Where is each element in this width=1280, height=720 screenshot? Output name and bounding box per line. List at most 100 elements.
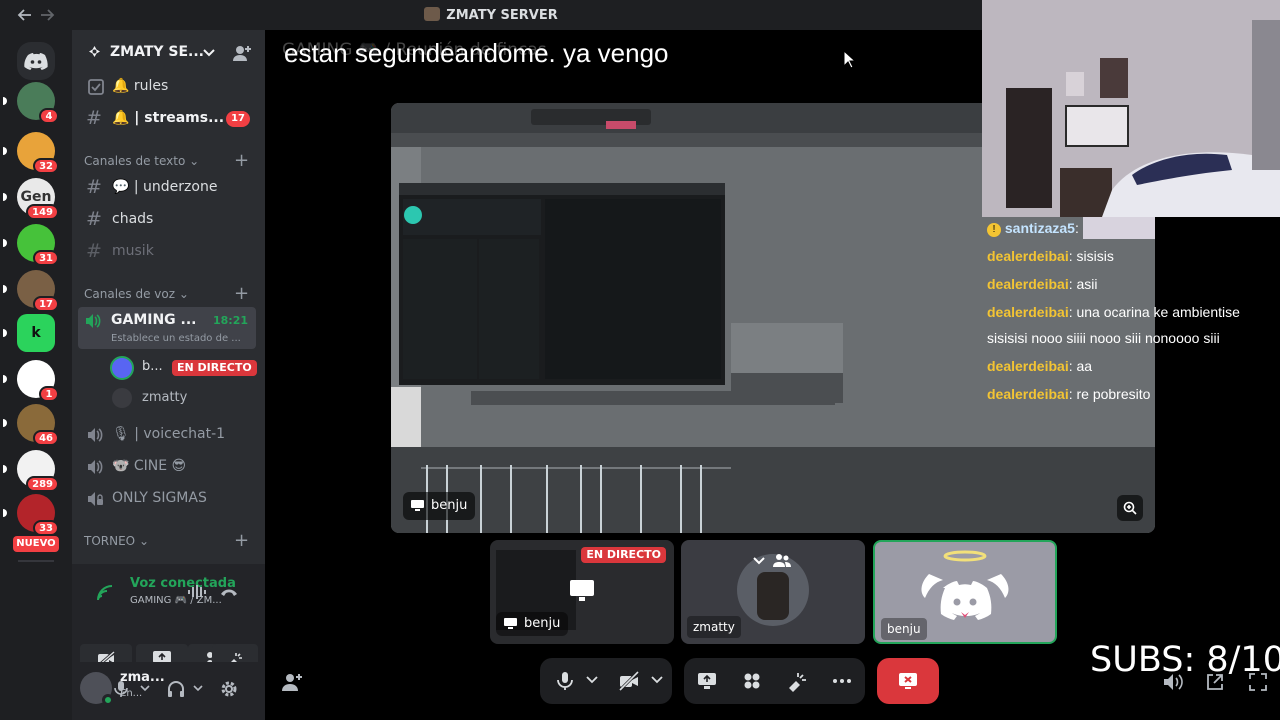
volume-icon[interactable]: [1162, 672, 1184, 692]
server-icon-9[interactable]: 289: [3, 450, 59, 492]
add-channel-icon[interactable]: +: [234, 530, 249, 551]
add-person-icon[interactable]: [281, 672, 303, 692]
chevron-down-icon[interactable]: [140, 684, 150, 692]
headphones-icon[interactable]: [167, 680, 185, 698]
category-text-channels[interactable]: Canales de texto ⌄ +: [84, 150, 249, 171]
members-icon[interactable]: [773, 553, 791, 569]
voice-channel-only-sigmas[interactable]: ONLY SIGMAS: [80, 484, 258, 514]
share-activity-controls: [684, 658, 865, 704]
chevron-down-icon[interactable]: [586, 674, 598, 686]
chat-message: dealerdeibai: una ocarina ke ambientise: [987, 304, 1240, 320]
voice-channel-name[interactable]: GAMING 🎮 / ZM...: [130, 595, 222, 606]
category-torneo[interactable]: TORNEO ⌄ +: [84, 530, 249, 551]
noise-suppression-icon[interactable]: [187, 584, 207, 600]
channel-sidebar: ZMATY SE... 🔔 rules # 🔔 | streams... 17 …: [72, 30, 265, 720]
server-icon-2[interactable]: 32: [3, 132, 59, 174]
discord-avatar-angel: [921, 550, 1009, 620]
unread-pip: [3, 465, 7, 473]
voice-channel-voicechat[interactable]: 🎙 | voicechat-1: [80, 420, 258, 450]
server-rail: NUEVO 4 32 Gen 149 31 17 k 1 46 289 33: [0, 30, 72, 720]
unread-pip: [3, 509, 7, 517]
voice-member-zmatty[interactable]: zmatty: [110, 386, 260, 410]
webcam-feed: [982, 0, 1280, 217]
channel-musik[interactable]: # musik: [80, 237, 258, 267]
avatar[interactable]: [80, 672, 114, 706]
channel-chads[interactable]: # chads: [80, 205, 258, 235]
direct-messages-button[interactable]: [17, 42, 55, 80]
disconnect-icon[interactable]: [219, 586, 239, 598]
participant-tile-benju-speaking[interactable]: benju: [873, 540, 1057, 644]
voice-channel-gaming[interactable]: GAMING ... 18:21 Establece un estado de …: [78, 307, 256, 349]
status-text: Establece un estado de ...: [111, 333, 241, 344]
server-icon-8[interactable]: 46: [3, 404, 59, 446]
fullscreen-icon[interactable]: [1248, 672, 1268, 692]
mention-count-badge: 33: [33, 520, 59, 536]
stream-overlay-text: estan segundeandome. ya vengo: [284, 38, 669, 68]
title-bar: ZMATY SERVER: [0, 0, 982, 30]
mention-count-badge: 32: [33, 158, 59, 174]
mention-count-badge: 4: [39, 108, 59, 124]
voice-member-benju[interactable]: b... EN DIRECTO: [110, 356, 260, 380]
server-icon-7[interactable]: 1: [3, 360, 59, 402]
add-channel-icon[interactable]: +: [234, 150, 249, 171]
activities-icon[interactable]: [741, 670, 763, 692]
tile-name-tag: zmatty: [687, 616, 741, 638]
server-icon-3[interactable]: Gen 149: [3, 178, 59, 220]
hashtag-icon: #: [86, 107, 102, 129]
rail-divider: [18, 560, 54, 562]
unread-pip: [3, 147, 7, 155]
mention-count-badge: 31: [33, 250, 59, 266]
chevron-down-icon[interactable]: [651, 674, 663, 686]
invite-people-icon[interactable]: [232, 44, 252, 62]
unread-pip: [3, 97, 7, 105]
mention-count-badge: 17: [226, 111, 250, 127]
chat-message: dealerdeibai: sisisis: [987, 248, 1114, 264]
server-icon-4[interactable]: 31: [3, 224, 59, 266]
server-icon-1[interactable]: 4: [3, 82, 59, 124]
server-icon-10[interactable]: 33: [3, 494, 59, 536]
microphone-icon[interactable]: [114, 680, 128, 698]
channel-streams[interactable]: # 🔔 | streams... 17: [80, 104, 258, 134]
speaker-icon: [88, 428, 103, 442]
avatar: [110, 356, 134, 380]
chevron-down-icon[interactable]: [203, 48, 215, 58]
pop-out-icon[interactable]: [1205, 672, 1225, 692]
voice-channel-cine[interactable]: 🐨 CINE 😎: [80, 452, 258, 482]
server-icon-6[interactable]: k: [3, 314, 55, 352]
server-header[interactable]: ZMATY SE...: [72, 30, 265, 76]
new-badge[interactable]: NUEVO: [13, 536, 59, 552]
chevron-down-icon[interactable]: [193, 684, 203, 692]
server-avatar: k: [17, 314, 55, 352]
screen-share-icon[interactable]: [696, 670, 718, 692]
speaker-icon: [88, 460, 103, 474]
channel-rules[interactable]: 🔔 rules: [80, 72, 258, 102]
mic-camera-controls: [540, 658, 672, 704]
signal-icon[interactable]: [96, 584, 114, 602]
live-badge: EN DIRECTO: [172, 360, 257, 376]
hashtag-icon: #: [86, 208, 102, 230]
more-options-icon[interactable]: [831, 670, 853, 692]
live-badge: EN DIRECTO: [581, 547, 666, 563]
unread-pip: [3, 193, 7, 201]
microphone-icon[interactable]: [554, 670, 576, 692]
add-channel-icon[interactable]: +: [234, 283, 249, 304]
camera-off-icon[interactable]: [618, 670, 640, 692]
mention-count-badge: 17: [33, 296, 59, 312]
participant-tile-benju-stream[interactable]: EN DIRECTO benju: [490, 540, 674, 644]
lock-speaker-icon: [88, 492, 103, 506]
avatar: [112, 388, 132, 408]
chevron-down-icon[interactable]: [753, 556, 765, 566]
category-voice-channels[interactable]: Canales de voz ⌄ +: [84, 283, 249, 304]
soundboard-icon[interactable]: [786, 670, 808, 692]
stop-streaming-icon: [899, 673, 917, 689]
channel-underzone[interactable]: # 💬 | underzone: [80, 173, 258, 203]
server-icon-5[interactable]: 17: [3, 270, 59, 312]
unread-pip: [3, 419, 7, 427]
hashtag-icon: #: [86, 240, 102, 262]
leave-call-button[interactable]: [877, 658, 939, 704]
participant-tile-zmatty[interactable]: zmatty: [681, 540, 865, 644]
unread-pip: [3, 239, 7, 247]
mention-count-badge: 149: [26, 204, 59, 220]
emote-image: [1082, 217, 1155, 239]
settings-gear-icon[interactable]: [219, 679, 239, 699]
